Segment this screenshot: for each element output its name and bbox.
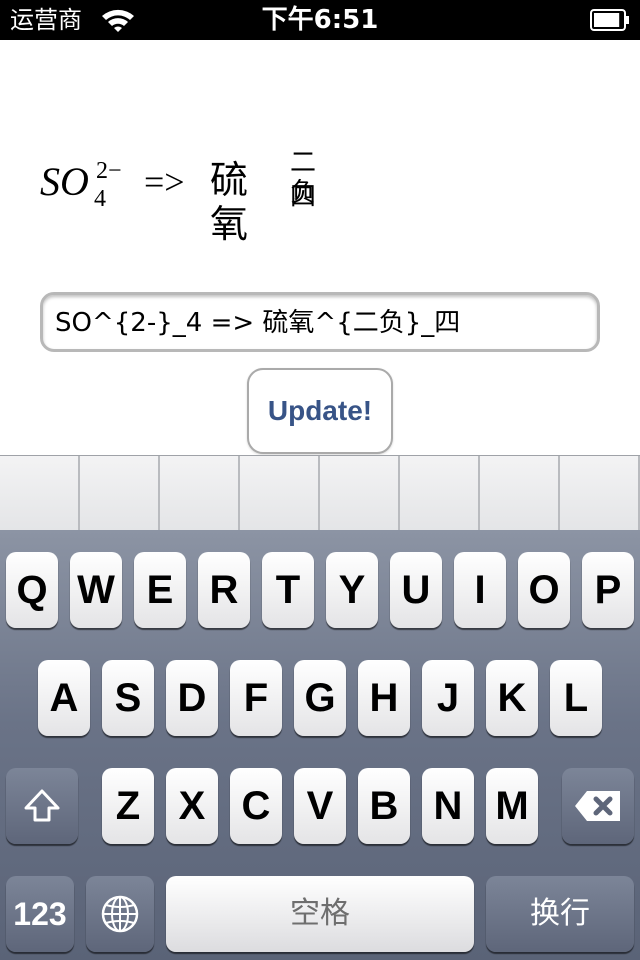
formula-input-value: SO^{2-}_4 => 硫氧^{二负}_四 [55,308,461,338]
key-label: I [474,568,486,612]
formula-cjk-base: 硫氧 [210,158,249,246]
candidate-cell[interactable] [160,456,240,530]
key-label: S [114,676,142,720]
key-label: V [306,784,334,828]
candidate-cell[interactable] [560,456,640,530]
key-a[interactable]: A [38,660,90,736]
key-u[interactable]: U [390,552,442,628]
key-v[interactable]: V [294,768,346,844]
key-label: T [275,568,301,612]
key-label: D [177,676,207,720]
key-label: C [241,784,271,828]
key-m[interactable]: M [486,768,538,844]
candidate-bar [0,455,640,530]
status-bar: 运营商 下午6:51 [0,0,640,40]
key-n[interactable]: N [422,768,474,844]
key-label: J [436,676,460,720]
key-label: U [401,568,431,612]
space-key[interactable]: 空格 [166,876,474,952]
update-button[interactable]: Update! [247,368,393,454]
key-label: Q [16,568,48,612]
numbers-key-label: 123 [13,896,67,932]
candidate-cell[interactable] [320,456,400,530]
key-s[interactable]: S [102,660,154,736]
candidate-cell[interactable] [400,456,480,530]
key-z[interactable]: Z [102,768,154,844]
key-j[interactable]: J [422,660,474,736]
key-x[interactable]: X [166,768,218,844]
status-time: 下午6:51 [261,5,379,35]
delete-icon [575,791,620,821]
key-label: O [528,568,560,612]
keyboard: 123 空格 换行 QWERTYUIOP ASDFGHJKL ZXCVBNM [0,530,640,960]
key-label: N [433,784,463,828]
candidate-cell[interactable] [480,456,560,530]
key-k[interactable]: K [486,660,538,736]
key-t[interactable]: T [262,552,314,628]
key-label: R [209,568,239,612]
key-label: L [563,676,589,720]
return-key-label: 换行 [530,896,590,931]
key-label: Z [115,784,141,828]
formula-base: SO [40,159,89,204]
formula-input[interactable]: SO^{2-}_4 => 硫氧^{二负}_四 [40,292,600,352]
formula-arrow: => [144,162,185,202]
formula-cjk-subscript: 四 [290,182,317,212]
key-g[interactable]: G [294,660,346,736]
key-p[interactable]: P [582,552,634,628]
key-label: H [369,676,399,720]
key-label: M [495,784,529,828]
shift-icon [24,789,60,822]
key-label: B [369,784,399,828]
formula-superscript: 2− [96,158,122,184]
formula-subscript: 4 [94,186,106,212]
key-label: K [497,676,527,720]
key-e[interactable]: E [134,552,186,628]
globe-icon [101,895,139,933]
key-b[interactable]: B [358,768,410,844]
delete-key[interactable] [562,768,634,844]
shift-key[interactable] [6,768,78,844]
key-label: A [49,676,79,720]
key-label: Y [338,568,366,612]
battery-icon [590,9,629,31]
key-h[interactable]: H [358,660,410,736]
key-label: P [594,568,622,612]
candidate-cell[interactable] [0,456,80,530]
key-y[interactable]: Y [326,552,378,628]
key-i[interactable]: I [454,552,506,628]
key-label: W [77,568,115,612]
return-key[interactable]: 换行 [486,876,634,952]
key-f[interactable]: F [230,660,282,736]
key-c[interactable]: C [230,768,282,844]
key-label: G [304,676,336,720]
key-label: F [243,676,269,720]
key-d[interactable]: D [166,660,218,736]
app-content: SO 2− 4 => 硫氧 二负 四 SO^{2-}_4 => 硫氧^{二负}_… [0,40,640,455]
key-w[interactable]: W [70,552,122,628]
key-q[interactable]: Q [6,552,58,628]
key-r[interactable]: R [198,552,250,628]
numbers-key[interactable]: 123 [6,876,74,952]
globe-key[interactable] [86,876,154,952]
candidate-cell[interactable] [80,456,160,530]
key-label: E [146,568,174,612]
key-o[interactable]: O [518,552,570,628]
key-label: X [178,784,206,828]
space-key-label: 空格 [290,896,350,931]
candidate-cell[interactable] [240,456,320,530]
key-l[interactable]: L [550,660,602,736]
